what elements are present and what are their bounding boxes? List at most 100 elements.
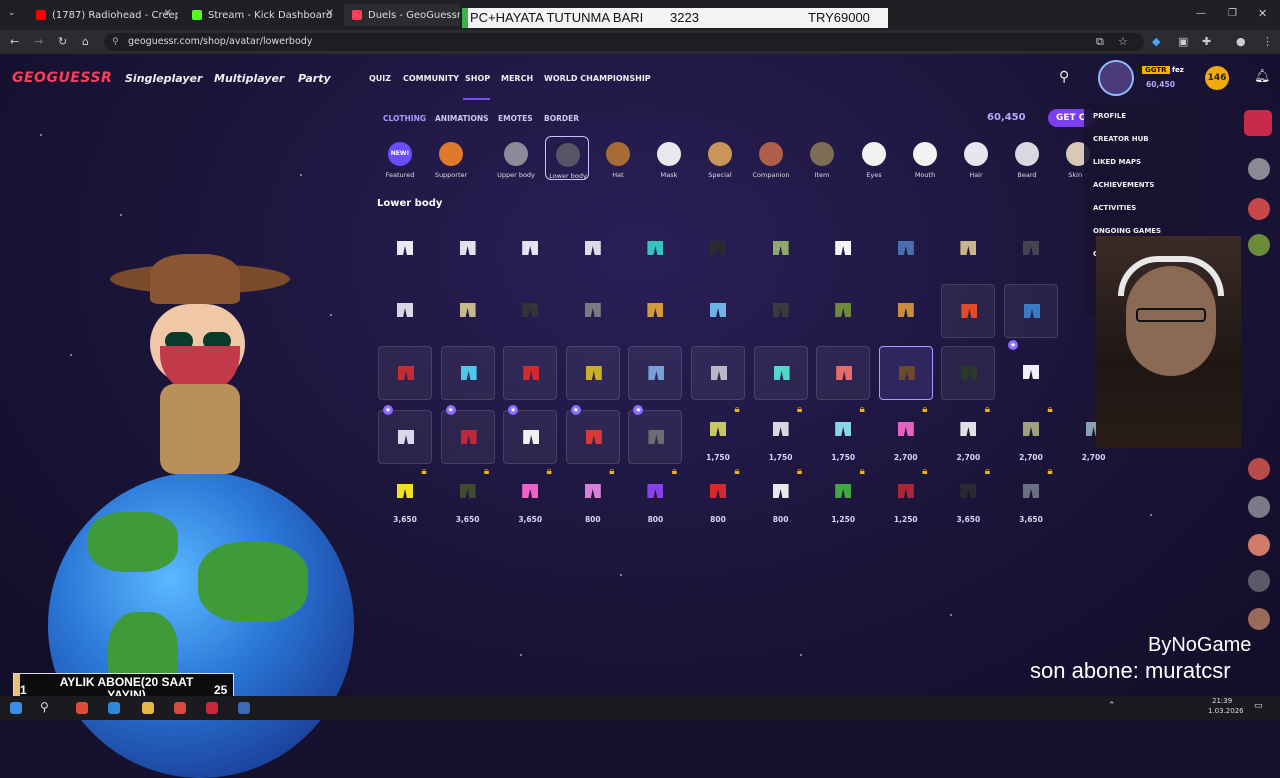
side-avatar[interactable]	[1248, 234, 1270, 256]
dropdown-item-activities[interactable]: ACTIVITIES	[1093, 204, 1136, 212]
shop-item[interactable]	[440, 346, 495, 400]
profile-icon[interactable]: ●	[1236, 35, 1246, 48]
shop-item[interactable]: ★	[1004, 340, 1058, 400]
clock-time[interactable]: 21:39	[1212, 697, 1232, 705]
nav-quiz[interactable]: QUIZ	[369, 74, 391, 83]
clock-date[interactable]: 1.03.2026	[1208, 707, 1244, 715]
category-mouth[interactable]: Mouth	[903, 136, 947, 180]
shop-item[interactable]: 3,650 🔒︎	[378, 466, 432, 526]
shop-item[interactable]: 3,650 🔒︎	[1004, 466, 1058, 526]
category-supporter[interactable]: Supporter	[429, 136, 473, 180]
tab-animations[interactable]: ANIMATIONS	[435, 114, 489, 123]
dropdown-item-liked-maps[interactable]: LIKED MAPS	[1093, 158, 1141, 166]
close-tab-icon[interactable]: ✕	[326, 8, 334, 19]
side-avatar[interactable]	[1248, 198, 1270, 220]
shop-item[interactable]	[753, 346, 808, 400]
taskbar-app-icon[interactable]	[108, 702, 120, 714]
shop-item[interactable]	[565, 346, 620, 400]
shop-item[interactable]	[566, 222, 620, 276]
shop-item[interactable]: 800 🔒︎	[754, 466, 808, 526]
shop-item[interactable]	[754, 222, 808, 276]
shop-item[interactable]	[691, 284, 745, 338]
shop-item[interactable]	[941, 284, 996, 338]
shop-item[interactable]: 3,650 🔒︎	[941, 466, 995, 526]
nav-multiplayer[interactable]: Multiplayer	[214, 72, 284, 85]
shop-item[interactable]	[941, 346, 996, 400]
start-icon[interactable]	[10, 702, 22, 714]
reload-icon[interactable]: ↻	[58, 35, 67, 48]
nav-merch[interactable]: MERCH	[501, 74, 533, 83]
search-icon[interactable]: ⚲	[40, 700, 49, 714]
shop-item[interactable]: 3,650 🔒︎	[503, 466, 557, 526]
shop-item[interactable]	[941, 222, 995, 276]
site-info-icon[interactable]: ⚲	[112, 33, 119, 51]
category-eyes[interactable]: Eyes	[852, 136, 896, 180]
shop-item[interactable]	[628, 222, 682, 276]
shop-item[interactable]: ★	[628, 405, 683, 464]
category-companion[interactable]: Companion	[749, 136, 793, 180]
shop-item[interactable]: 800 🔒︎	[566, 466, 620, 526]
nav-world-championship[interactable]: WORLD CHAMPIONSHIP	[544, 74, 651, 83]
shop-item[interactable]: 800 🔒︎	[628, 466, 682, 526]
category-item[interactable]: Item	[800, 136, 844, 180]
category-upper-body[interactable]: Upper body	[494, 136, 538, 180]
tab-border[interactable]: BORDER	[544, 114, 579, 123]
shop-item[interactable]: ★	[503, 405, 558, 464]
category-special[interactable]: Special	[698, 136, 742, 180]
shop-item[interactable]	[754, 284, 808, 338]
shop-item[interactable]	[378, 284, 432, 338]
shop-item[interactable]	[691, 346, 745, 400]
shop-item[interactable]	[879, 284, 933, 338]
window-close-icon[interactable]: ✕	[1258, 7, 1267, 20]
tab-emotes[interactable]: EMOTES	[498, 114, 533, 123]
shop-item[interactable]	[816, 284, 870, 338]
category-featured[interactable]: NEW! Featured	[378, 136, 422, 180]
menu-dots-icon[interactable]: ⋮	[1262, 35, 1273, 48]
shop-item[interactable]: 1,250 🔒︎	[879, 466, 933, 526]
shop-item[interactable]	[628, 284, 682, 338]
taskbar-app-icon[interactable]	[174, 702, 186, 714]
category-hat[interactable]: Hat	[596, 136, 640, 180]
extensions-puzzle-icon[interactable]: ✚	[1202, 35, 1211, 48]
side-avatar[interactable]	[1248, 608, 1270, 630]
shop-item[interactable]: 800 🔒︎	[691, 466, 745, 526]
shop-item[interactable]	[566, 284, 620, 338]
browser-tab-kick[interactable]: Stream - Kick Dashboard ✕	[184, 4, 340, 26]
geoguessr-logo[interactable]: GEOGUESSR	[12, 70, 112, 86]
shop-item[interactable]: 2,700 🔒︎	[941, 404, 995, 464]
dropdown-item-achievements[interactable]: ACHIEVEMENTS	[1093, 181, 1154, 189]
shop-item[interactable]: 2,700 🔒︎	[879, 404, 933, 464]
side-avatar[interactable]	[1244, 110, 1272, 136]
tray-chevron-icon[interactable]: ⌃	[1108, 701, 1116, 711]
shop-item[interactable]	[879, 222, 933, 276]
shop-item[interactable]: ★	[440, 405, 495, 464]
shop-item[interactable]	[378, 346, 432, 400]
shop-item[interactable]: 3,650 🔒︎	[441, 466, 495, 526]
shop-item[interactable]: ★	[565, 405, 620, 464]
forward-icon[interactable]: →	[34, 35, 43, 48]
browser-tab-geoguessr[interactable]: Duels - GeoGuessr	[344, 4, 460, 26]
dropdown-item-profile[interactable]: PROFILE	[1093, 112, 1126, 120]
restore-icon[interactable]: ❐	[1228, 8, 1237, 19]
taskbar-app-icon[interactable]	[206, 702, 218, 714]
shop-item[interactable]	[503, 346, 558, 400]
chrome-icon[interactable]	[142, 702, 154, 714]
side-avatar[interactable]	[1248, 534, 1270, 556]
side-avatar[interactable]	[1248, 158, 1270, 180]
category-mask[interactable]: Mask	[647, 136, 691, 180]
notification-icon[interactable]: ▭	[1254, 701, 1263, 711]
search-icon[interactable]: ⚲	[1059, 69, 1069, 85]
install-icon[interactable]: ⧉	[1096, 35, 1104, 49]
steam-icon[interactable]	[238, 702, 250, 714]
shop-item[interactable]	[691, 222, 745, 276]
tab-clothing[interactable]: CLOTHING	[383, 114, 426, 123]
shop-item[interactable]	[503, 222, 557, 276]
category-beard[interactable]: Beard	[1005, 136, 1049, 180]
shop-item[interactable]	[441, 222, 495, 276]
category-hair[interactable]: Hair	[954, 136, 998, 180]
notification-bell-icon[interactable]: 🔔︎	[1254, 69, 1271, 84]
side-avatar[interactable]	[1248, 496, 1270, 518]
nav-party[interactable]: Party	[298, 72, 331, 85]
dropdown-item-ongoing-games[interactable]: ONGOING GAMES	[1093, 227, 1161, 235]
taskbar-app-icon[interactable]	[76, 702, 88, 714]
